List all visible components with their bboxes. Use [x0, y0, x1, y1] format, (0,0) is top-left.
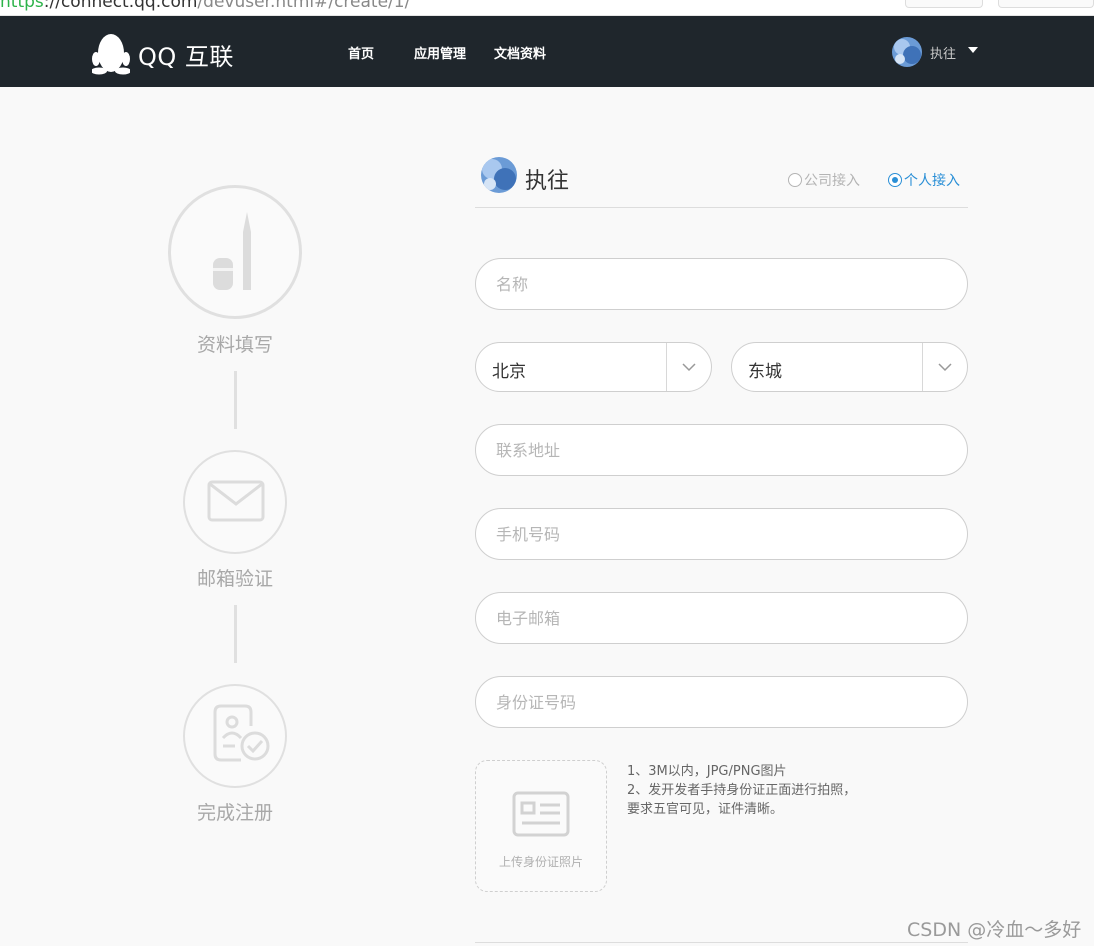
- id-photo-upload[interactable]: 上传身份证照片: [475, 760, 607, 892]
- city-value: 东城: [748, 362, 782, 382]
- divider: [475, 942, 968, 943]
- divider: [475, 207, 968, 208]
- url-text: https://connect.qq.com/devuser.html#/cre…: [0, 0, 410, 12]
- city-select[interactable]: 东城: [731, 342, 968, 392]
- radio-checked-icon[interactable]: [888, 173, 902, 187]
- user-avatar[interactable]: [892, 37, 922, 67]
- nav-home-link[interactable]: 首页: [348, 43, 374, 62]
- tip-line: 2、发开发者手持身份证正面进行拍照，: [627, 783, 857, 798]
- tip-line: 要求五官可见，证件清晰。: [627, 802, 784, 817]
- step-finish-circle: [183, 684, 287, 788]
- email-input[interactable]: [475, 592, 968, 644]
- caret-down-icon[interactable]: [968, 47, 978, 53]
- id-card-icon: [512, 791, 570, 837]
- upload-tips: 1、3M以内，JPG/PNG图片 2、发开发者手持身份证正面进行拍照， 要求五官…: [627, 762, 856, 819]
- id-number-input[interactable]: [475, 676, 968, 728]
- nav-app-management-link[interactable]: 应用管理: [414, 43, 466, 62]
- envelope-icon: [207, 480, 265, 522]
- browser-search-box[interactable]: [998, 0, 1094, 8]
- phone-input[interactable]: [475, 508, 968, 560]
- qq-penguin-logo[interactable]: [92, 29, 130, 75]
- step-connector: [234, 371, 237, 429]
- radio-personal-access[interactable]: 个人接入: [888, 170, 960, 190]
- radio-personal-label[interactable]: 个人接入: [904, 170, 960, 190]
- form-user-avatar: [481, 157, 517, 193]
- radio-unchecked-icon[interactable]: [788, 173, 802, 187]
- browser-address-bar[interactable]: https://connect.qq.com/devuser.html#/cre…: [0, 0, 1094, 16]
- nav-docs-link[interactable]: 文档资料: [494, 43, 546, 62]
- csdn-watermark: CSDN @冷血～多好: [907, 919, 1082, 941]
- top-navbar: QQ 互联 首页 应用管理 文档资料 执往: [0, 16, 1094, 87]
- tip-line: 1、3M以内，JPG/PNG图片: [627, 764, 787, 779]
- select-divider: [922, 343, 923, 391]
- upload-label: 上传身份证照片: [498, 855, 583, 869]
- chevron-down-icon[interactable]: [681, 359, 697, 375]
- province-select[interactable]: 北京: [475, 342, 712, 392]
- step-email-circle: [183, 450, 287, 554]
- nav-username[interactable]: 执往: [930, 43, 956, 62]
- url-path: /devuser.html#/create/1/: [197, 0, 411, 12]
- url-host: ://connect.qq.com: [43, 0, 198, 12]
- brand-title[interactable]: QQ 互联: [138, 37, 234, 72]
- step-finish-label: 完成注册: [196, 802, 273, 824]
- radio-company-label[interactable]: 公司接入: [804, 170, 860, 190]
- province-value: 北京: [492, 362, 526, 382]
- step-profile-circle: [168, 185, 302, 319]
- radio-company-access[interactable]: 公司接入: [788, 170, 860, 190]
- select-divider: [666, 343, 667, 391]
- pen-eraser-icon: [213, 212, 251, 290]
- url-scheme: https: [0, 0, 44, 12]
- step-profile-label: 资料填写: [196, 334, 273, 356]
- address-input[interactable]: [475, 424, 968, 476]
- chevron-down-icon[interactable]: [937, 359, 953, 375]
- id-card-check-icon: [213, 704, 270, 762]
- step-connector: [234, 605, 237, 663]
- form-username: 执往: [525, 169, 570, 194]
- browser-toolbar-button[interactable]: [905, 0, 983, 8]
- name-input[interactable]: [475, 258, 968, 310]
- step-email-label: 邮箱验证: [196, 568, 273, 590]
